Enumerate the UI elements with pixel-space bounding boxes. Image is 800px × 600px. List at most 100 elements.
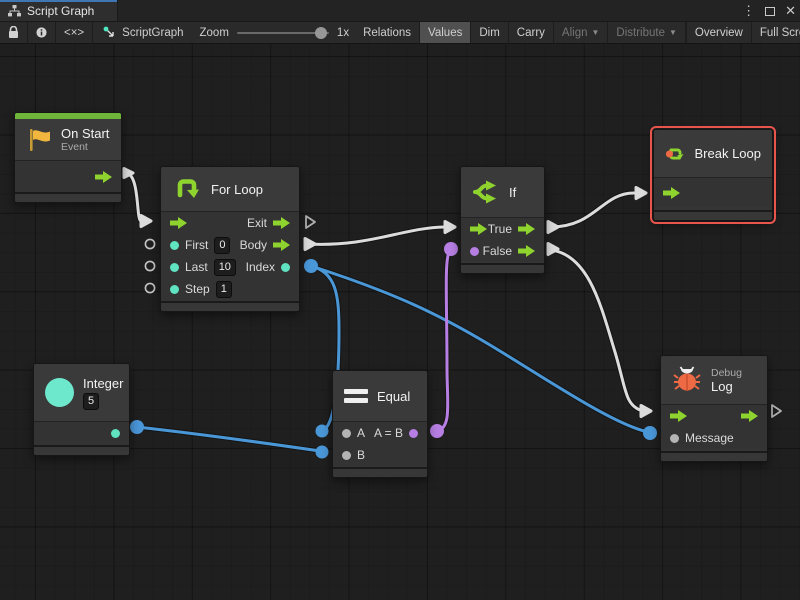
node-header: Equal — [333, 371, 427, 421]
node-header: For Loop — [161, 167, 299, 211]
toolbar-button-fullscreen[interactable]: Full Screen — [752, 22, 800, 43]
toolbar-button-relations[interactable]: Relations — [355, 22, 420, 43]
node-footer — [15, 192, 121, 202]
button-label: Carry — [517, 27, 545, 39]
condition-value-port[interactable] — [470, 247, 479, 256]
node-integer[interactable]: Integer 5 — [33, 363, 130, 456]
value-port-first[interactable] — [170, 241, 179, 250]
node-title: If — [509, 185, 516, 200]
toolbar-button-distribute[interactable]: Distribute ▼ — [608, 22, 686, 43]
button-label: Distribute — [616, 27, 665, 39]
index-value-port[interactable] — [281, 263, 290, 272]
node-on-start[interactable]: On Start Event — [14, 112, 122, 203]
body-flow-port[interactable] — [273, 239, 290, 251]
node-if[interactable]: If True False — [460, 166, 545, 274]
flow-in-port[interactable] — [670, 410, 687, 422]
node-for-loop[interactable]: For Loop Exit First 0 — [160, 166, 300, 312]
node-category: Debug — [711, 367, 742, 379]
node-title: Break Loop — [695, 146, 762, 161]
flow-out-port[interactable] — [95, 171, 112, 183]
false-flow-port[interactable] — [518, 245, 535, 257]
button-label: Dim — [479, 27, 499, 39]
flow-in-port[interactable] — [170, 217, 187, 229]
node-break-loop[interactable]: Break Loop — [653, 129, 773, 221]
lock-button[interactable] — [0, 22, 28, 43]
toolbar-button-overview[interactable]: Overview — [687, 22, 752, 43]
toolbar-button-values[interactable]: Values — [420, 22, 471, 43]
port-label-b: B — [357, 448, 365, 462]
button-label: Overview — [695, 27, 743, 39]
port-label-first: First — [185, 238, 208, 252]
node-header: Break Loop — [654, 130, 772, 177]
node-title: Equal — [377, 389, 410, 404]
button-label: Relations — [363, 27, 411, 39]
integer-value-field[interactable]: 5 — [83, 393, 99, 410]
node-footer — [161, 301, 299, 311]
node-header: Integer 5 — [34, 364, 129, 421]
zoom-slider[interactable] — [237, 32, 329, 34]
chevron-down-icon: ▼ — [669, 28, 677, 37]
code-icon: <×> — [64, 27, 84, 39]
node-title: Integer — [83, 376, 123, 391]
window-controls: ⋮ ✕ — [742, 0, 796, 22]
node-title: For Loop — [211, 182, 263, 197]
zoom-slider-handle[interactable] — [315, 27, 327, 39]
tab-bar: Script Graph ⋮ ✕ — [0, 0, 800, 22]
integer-output-port[interactable] — [111, 429, 120, 438]
input-port-b[interactable] — [342, 451, 351, 460]
node-footer — [34, 445, 129, 455]
kebab-menu-icon[interactable]: ⋮ — [742, 0, 755, 22]
script-graph-icon — [103, 26, 116, 39]
flag-icon — [26, 127, 52, 153]
graph-breadcrumb[interactable]: ScriptGraph — [93, 22, 193, 43]
active-tab-indicator — [0, 0, 117, 2]
port-label-false: False — [483, 244, 512, 258]
zoom-control: Zoom 1x — [194, 22, 356, 43]
port-label-a: A — [357, 426, 365, 440]
inspect-button[interactable] — [28, 22, 56, 43]
flow-in-port[interactable] — [470, 223, 487, 235]
port-label-exit: Exit — [247, 216, 267, 230]
button-label: Align — [562, 27, 588, 39]
integer-circle-icon — [45, 378, 74, 407]
toolbar-button-carry[interactable]: Carry — [509, 22, 554, 43]
exit-flow-port[interactable] — [273, 217, 290, 229]
graph-name-label: ScriptGraph — [122, 27, 183, 39]
true-flow-port[interactable] — [518, 223, 535, 235]
value-port-step[interactable] — [170, 285, 179, 294]
branch-icon — [472, 178, 500, 206]
toolbar-button-align[interactable]: Align ▼ — [554, 22, 609, 43]
close-icon[interactable]: ✕ — [785, 0, 796, 22]
node-footer — [654, 210, 772, 220]
node-header: On Start Event — [15, 119, 121, 160]
edit-graph-button[interactable]: <×> — [56, 22, 93, 43]
node-header: If — [461, 167, 544, 217]
tab-script-graph[interactable]: Script Graph — [0, 0, 118, 21]
button-label: Values — [428, 27, 462, 39]
input-port-a[interactable] — [342, 429, 351, 438]
toolbar-button-dim[interactable]: Dim — [471, 22, 508, 43]
maximize-icon[interactable] — [765, 7, 775, 16]
node-equal[interactable]: Equal A A = B B — [332, 370, 428, 478]
zoom-label: Zoom — [200, 27, 229, 39]
node-title: Log — [711, 379, 742, 394]
value-port-last[interactable] — [170, 263, 179, 272]
port-label-index: Index — [246, 260, 275, 274]
node-debug-log[interactable]: Debug Log Message — [660, 355, 768, 462]
step-value-field[interactable]: 1 — [216, 281, 232, 298]
chevron-down-icon: ▼ — [592, 28, 600, 37]
node-footer — [333, 467, 427, 477]
tab-title: Script Graph — [27, 4, 94, 18]
graph-toolbar: <×> ScriptGraph Zoom 1x Relations Values… — [0, 22, 800, 44]
flow-in-port[interactable] — [663, 187, 680, 199]
flow-out-port[interactable] — [741, 410, 758, 422]
last-value-field[interactable]: 10 — [214, 259, 236, 276]
zoom-value: 1x — [337, 27, 349, 39]
result-output-port[interactable] — [409, 429, 418, 438]
break-loop-icon — [665, 139, 686, 169]
script-graph-window: Script Graph ⋮ ✕ <×> — [0, 0, 800, 600]
message-input-port[interactable] — [670, 434, 679, 443]
first-value-field[interactable]: 0 — [214, 237, 230, 254]
bug-icon — [672, 365, 702, 395]
node-subtitle: Event — [61, 141, 109, 153]
